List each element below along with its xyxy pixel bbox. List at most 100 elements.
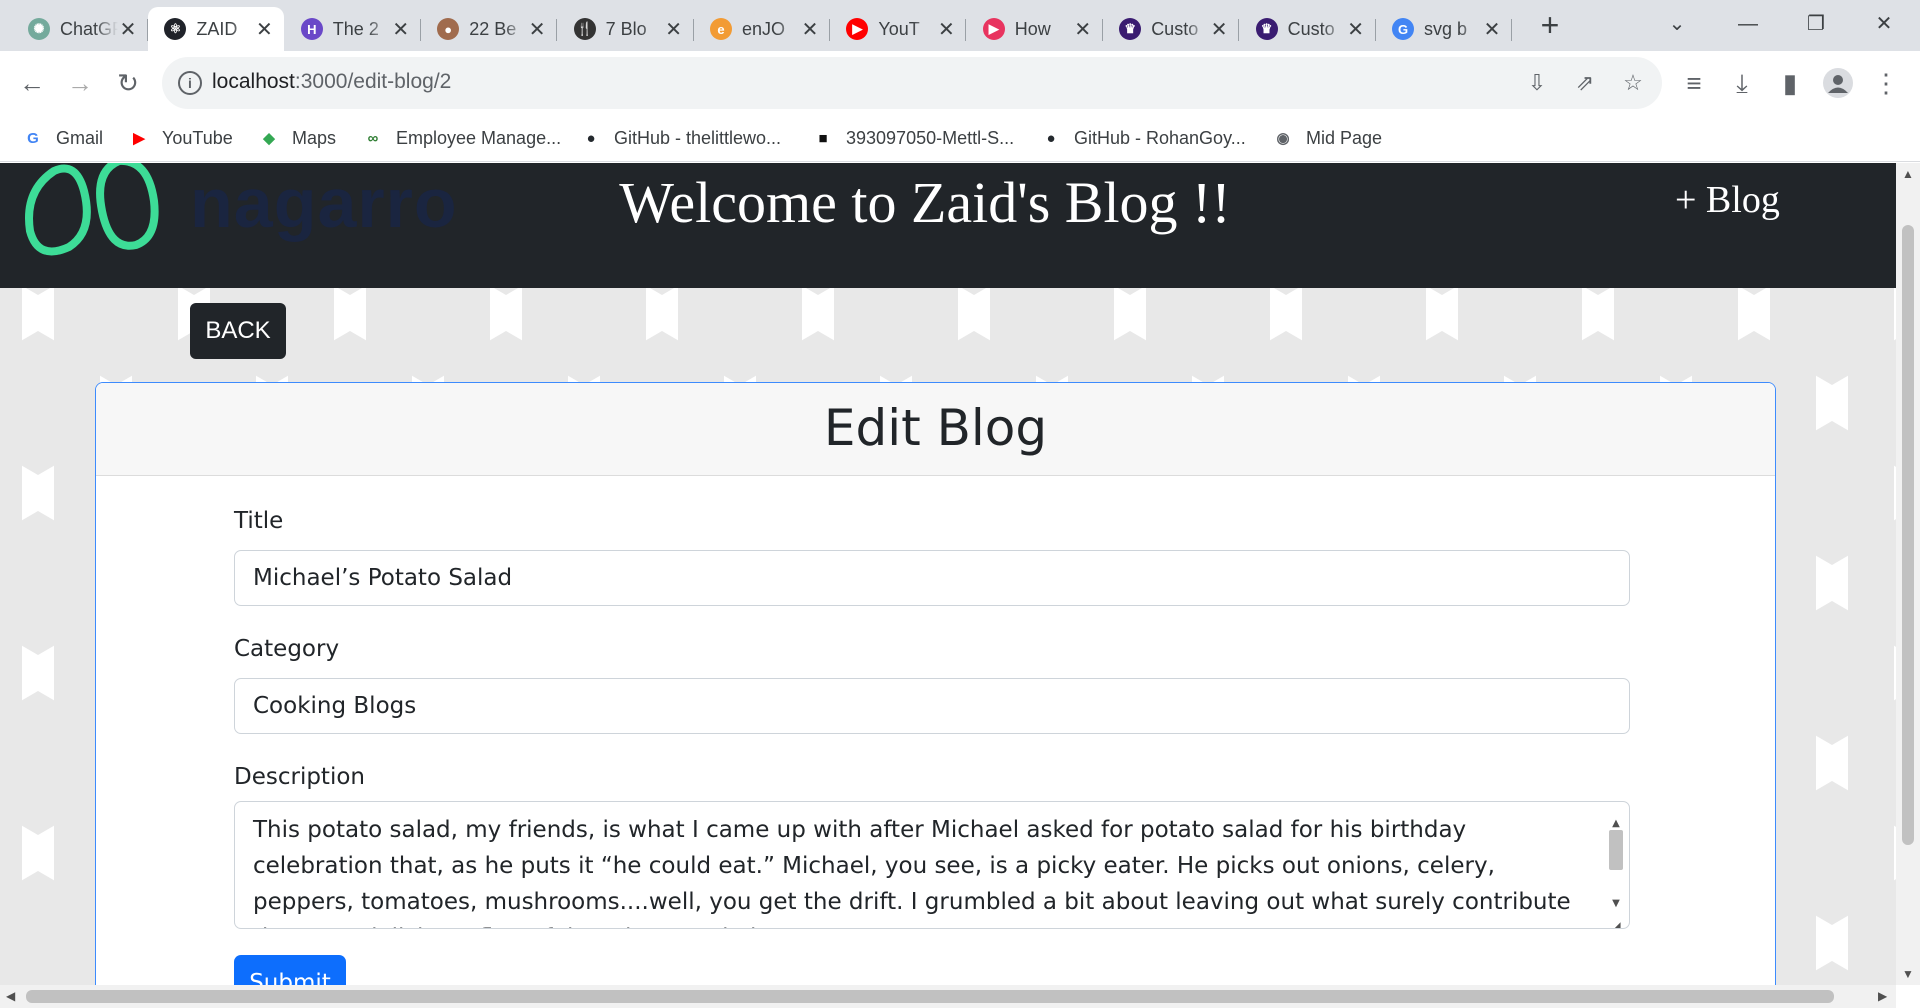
browser-tab[interactable]: 🍴 7 Blo ✕: [558, 7, 694, 51]
bookmark-label: Employee Manage...: [396, 127, 562, 148]
bookmark-item[interactable]: ∞ Employee Manage...: [362, 124, 561, 152]
page-viewport: nagarro Welcome to Zaid's Blog !! + Blog…: [0, 163, 1896, 985]
url-text[interactable]: localhost:3000/edit-blog/2: [212, 70, 451, 94]
employee-icon: ∞: [367, 129, 379, 147]
browser-tab[interactable]: H The 2 ✕: [285, 7, 421, 51]
github-icon: ●: [586, 129, 596, 147]
bookmark-star-icon[interactable]: ☆: [1616, 66, 1650, 100]
browser-tab[interactable]: ▶ YouT ✕: [830, 7, 967, 51]
close-window-button[interactable]: ✕: [1864, 8, 1904, 40]
browser-tab[interactable]: ● 22 Be ✕: [421, 7, 558, 51]
back-button[interactable]: BACK: [190, 303, 286, 359]
browser-tab[interactable]: ⚛ ZAID ✕: [148, 7, 285, 51]
new-tab-button[interactable]: +: [1534, 9, 1566, 42]
mettl-icon: ■: [818, 129, 828, 147]
tab-title: Custo: [1151, 18, 1199, 39]
bookmark-label: Gmail: [56, 127, 104, 148]
downloads-icon[interactable]: ⤓: [1722, 63, 1762, 103]
category-input[interactable]: Cooking Blogs: [234, 678, 1630, 734]
scroll-right-icon[interactable]: ▶: [1878, 989, 1887, 1003]
bookmark-item[interactable]: ◆ Maps: [258, 124, 336, 152]
browser-tab[interactable]: ♛ Custo ✕: [1103, 7, 1240, 51]
enjoy-icon: e: [710, 18, 732, 40]
tab-search-icon[interactable]: ⌄: [1657, 8, 1697, 40]
reading-list-icon[interactable]: ≡: [1674, 63, 1714, 103]
crown-icon: ♛: [1119, 18, 1142, 40]
page-horizontal-scrollbar[interactable]: ◀ ▶: [0, 985, 1896, 1008]
site-title: Welcome to Zaid's Blog !!: [619, 170, 1231, 235]
youtube-icon: ▶: [133, 130, 145, 147]
bookmark-item[interactable]: ■ 393097050-Mettl-S...: [812, 124, 1014, 152]
bookmark-item[interactable]: ● GitHub - thelittlewo...: [580, 124, 781, 152]
google-icon: G: [27, 129, 39, 147]
browser-tab[interactable]: ♛ Custo ✕: [1240, 7, 1376, 51]
site-info-icon[interactable]: i: [178, 71, 202, 95]
reload-icon[interactable]: ↻: [108, 63, 148, 103]
scroll-up-icon[interactable]: ▲: [1902, 167, 1914, 181]
resize-handle-icon[interactable]: ◢: [1609, 908, 1623, 928]
scroll-down-icon[interactable]: ▼: [1902, 967, 1914, 981]
bookmark-item[interactable]: ● GitHub - RohanGoy...: [1040, 124, 1245, 152]
close-tab-icon[interactable]: ✕: [936, 17, 956, 42]
description-textarea[interactable]: This potato salad, my friends, is what I…: [234, 801, 1630, 929]
crown-icon: ♛: [1255, 18, 1278, 40]
google-icon: G: [1392, 18, 1414, 40]
hashnode-icon: H: [300, 18, 323, 40]
avatar-icon: ●: [437, 18, 460, 40]
tab-title: Custo: [1287, 18, 1335, 39]
minimize-button[interactable]: —: [1728, 8, 1768, 40]
edit-blog-card: Edit Blog Title Michael’s Potato Salad C…: [95, 382, 1776, 985]
close-tab-icon[interactable]: ✕: [1073, 17, 1093, 42]
forward-arrow-icon[interactable]: →: [60, 63, 100, 103]
youtube-icon: ▶: [846, 18, 869, 40]
add-blog-link[interactable]: + Blog: [1675, 178, 1780, 222]
address-bar[interactable]: i localhost:3000/edit-blog/2 ⇩ ⇗ ☆: [162, 57, 1662, 109]
scroll-left-icon[interactable]: ◀: [6, 989, 15, 1003]
close-tab-icon[interactable]: ✕: [1209, 17, 1229, 42]
tab-strip: ✺ChatGPT✕⚛ZAID✕HThe 2✕●22 Be✕🍴7 Blo✕eenJ…: [0, 0, 1920, 51]
close-tab-icon[interactable]: ✕: [391, 17, 411, 42]
tab-title: How: [1014, 18, 1051, 39]
horizontal-scroll-thumb[interactable]: [26, 990, 1834, 1003]
close-tab-icon[interactable]: ✕: [1346, 17, 1366, 42]
browser-tab[interactable]: ▶ How ✕: [967, 7, 1103, 51]
close-tab-icon[interactable]: ✕: [800, 17, 820, 42]
bookmark-item[interactable]: ◉ Mid Page: [1272, 124, 1382, 152]
close-tab-icon[interactable]: ✕: [254, 17, 274, 42]
bookmark-item[interactable]: ▶ YouTube: [128, 124, 233, 152]
play-icon: ▶: [982, 18, 1005, 40]
restore-button[interactable]: ❐: [1796, 8, 1836, 40]
maps-icon: ◆: [263, 130, 275, 147]
close-tab-icon[interactable]: ✕: [1482, 17, 1502, 42]
share-icon[interactable]: ⇗: [1568, 66, 1602, 100]
tab-title: 7 Blo: [605, 18, 647, 39]
browser-tab[interactable]: ✺ ChatGPT✕: [12, 7, 148, 51]
browser-tab[interactable]: e enJO ✕: [694, 7, 830, 51]
textarea-scrollbar[interactable]: ▲ ▼ ◢: [1605, 804, 1627, 928]
more-menu-icon[interactable]: ⋮: [1866, 63, 1906, 103]
back-arrow-icon[interactable]: ←: [12, 63, 52, 103]
close-tab-icon[interactable]: ✕: [664, 17, 684, 42]
bookmark-item[interactable]: G Gmail: [22, 124, 103, 152]
bookmark-label: Maps: [292, 127, 337, 148]
bookmark-label: GitHub - thelittlewo...: [614, 127, 782, 148]
tab-title: enJO: [742, 18, 786, 39]
fork-knife-icon: 🍴: [573, 18, 596, 40]
github-icon: ●: [1046, 129, 1056, 147]
chatgpt-icon: ✺: [28, 18, 50, 40]
install-app-icon[interactable]: ⇩: [1520, 66, 1554, 100]
textarea-scroll-thumb[interactable]: [1609, 830, 1623, 870]
side-panel-icon[interactable]: ▮: [1770, 63, 1810, 103]
page-scroll-thumb[interactable]: [1902, 225, 1914, 845]
close-tab-icon[interactable]: ✕: [118, 17, 138, 42]
description-label: Description: [234, 764, 365, 790]
submit-button[interactable]: Submit: [234, 955, 346, 985]
page-vertical-scrollbar[interactable]: ▲ ▼: [1896, 163, 1920, 985]
close-tab-icon[interactable]: ✕: [527, 17, 547, 42]
tab-title: 22 Be: [469, 18, 517, 39]
bookmark-label: 393097050-Mettl-S...: [846, 127, 1015, 148]
browser-tab[interactable]: Gsvg b ✕: [1376, 7, 1512, 51]
profile-avatar-icon[interactable]: [1818, 63, 1858, 103]
tab-title: ChatGPT: [60, 18, 118, 39]
title-input[interactable]: Michael’s Potato Salad: [234, 550, 1630, 606]
